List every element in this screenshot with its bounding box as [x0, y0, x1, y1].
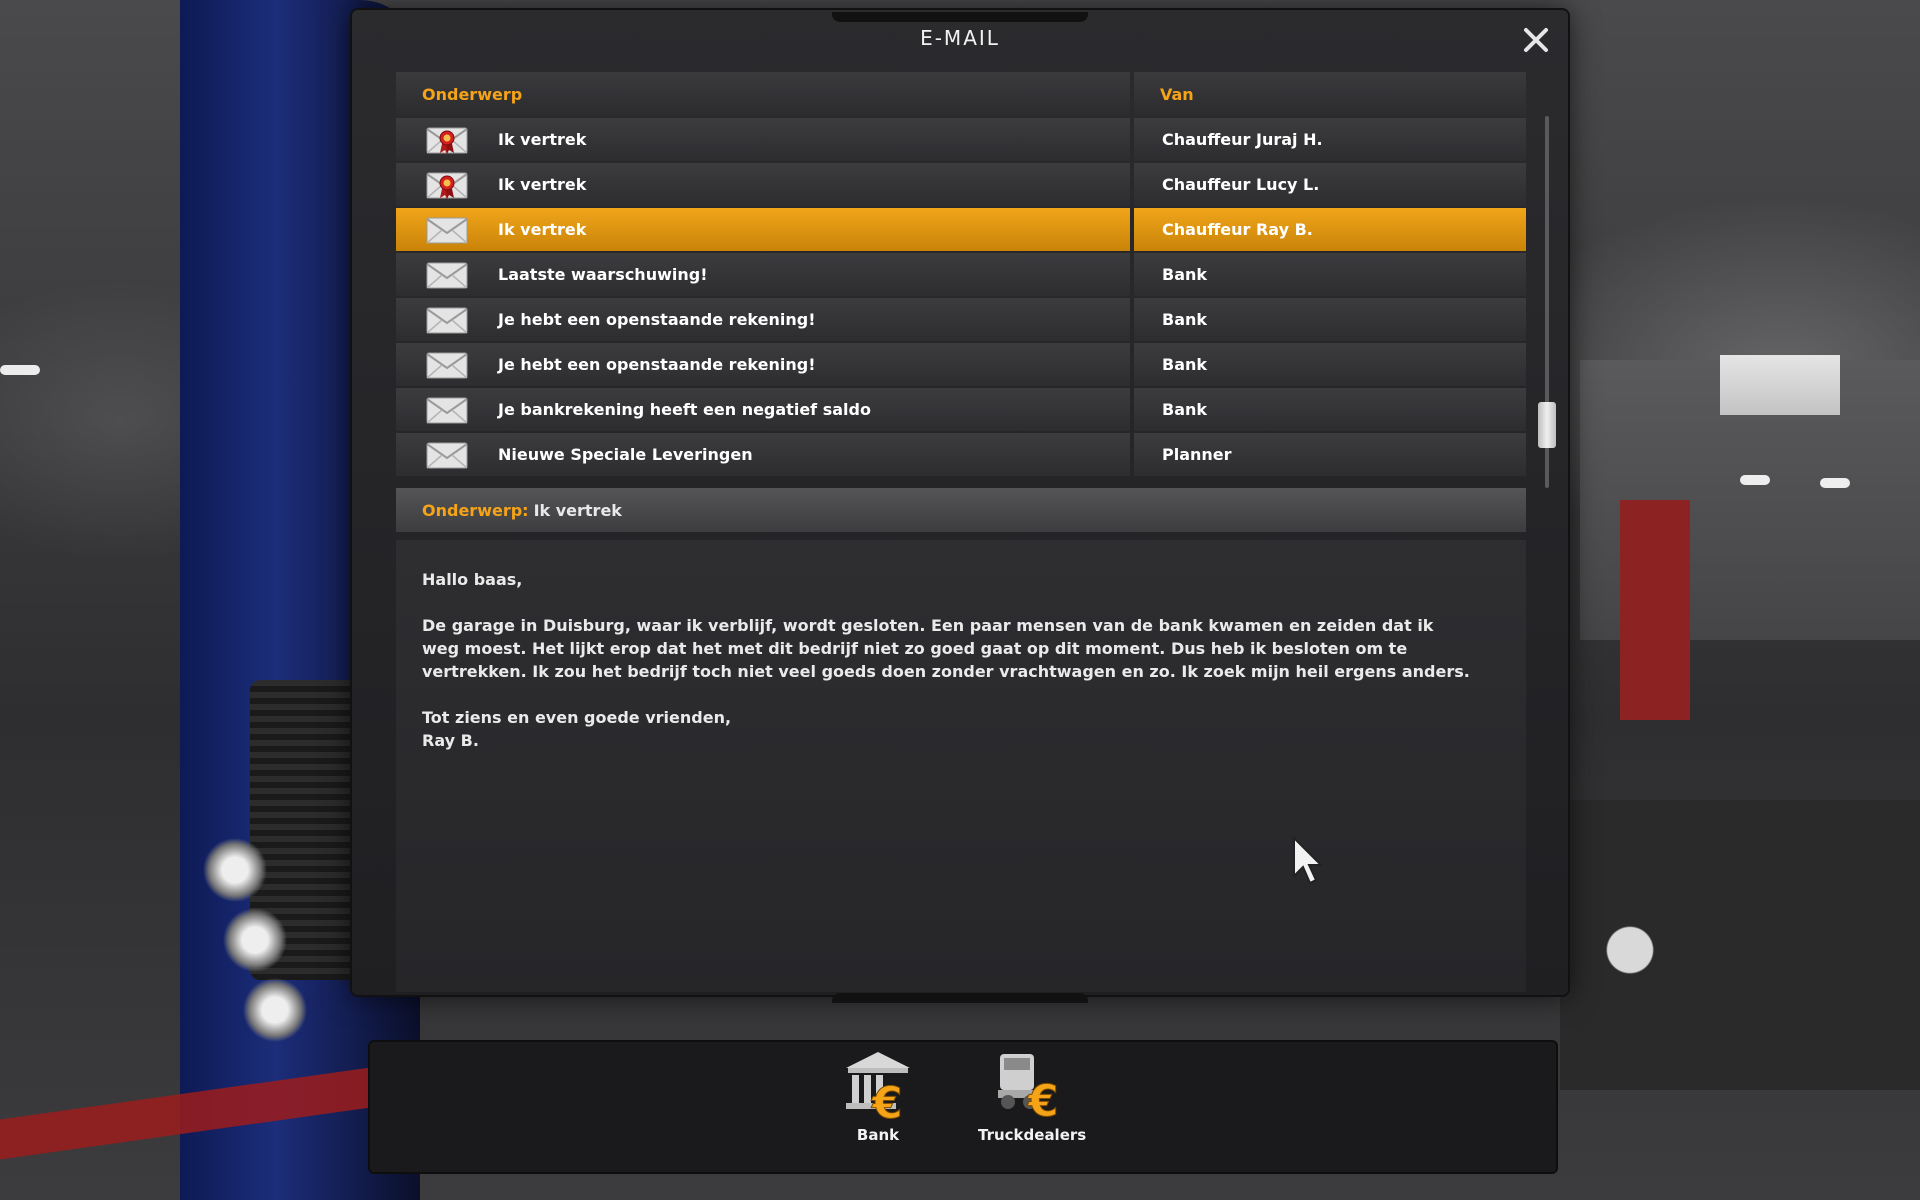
background-lamp	[1820, 478, 1850, 488]
mail-subject-cell[interactable]: Je hebt een openstaande rekening!	[396, 343, 1130, 386]
bank-euro-icon: €	[846, 1052, 910, 1120]
close-button[interactable]	[1518, 22, 1554, 58]
mail-subject-cell[interactable]: Ik vertrek	[396, 118, 1130, 161]
medal-envelope-icon	[396, 118, 498, 161]
bottom-dock	[370, 1042, 1556, 1172]
dock-bank-button[interactable]: € Bank	[838, 1046, 918, 1144]
mail-from-cell[interactable]: Bank	[1134, 253, 1526, 296]
mouse-cursor-icon	[1293, 836, 1324, 885]
mail-subject: Nieuwe Speciale Leveringen	[498, 445, 753, 464]
mail-from: Chauffeur Juraj H.	[1162, 130, 1323, 149]
mail-from-cell[interactable]: Bank	[1134, 388, 1526, 431]
mail-row[interactable]: Ik vertrek Chauffeur Lucy L.	[396, 163, 1526, 206]
mail-subject: Je bankrekening heeft een negatief saldo	[498, 400, 871, 419]
message-closing: Tot ziens en even goede vrienden,	[422, 708, 732, 727]
scrollbar-thumb[interactable]	[1538, 402, 1556, 448]
mail-list-header: Onderwerp Van	[396, 72, 1526, 116]
mail-from: Bank	[1162, 400, 1208, 419]
mail-from-cell[interactable]: Chauffeur Lucy L.	[1134, 163, 1526, 206]
message-paragraph: De garage in Duisburg, waar ik verblijf,…	[422, 616, 1470, 681]
column-header-subject[interactable]: Onderwerp	[396, 72, 1130, 116]
mail-list: Onderwerp Van Ik vertrek Chauffeur Juraj …	[396, 72, 1526, 478]
mail-from: Chauffeur Lucy L.	[1162, 175, 1320, 194]
mail-from: Planner	[1162, 445, 1232, 464]
background-window	[1720, 355, 1840, 415]
svg-text:€: €	[871, 1078, 903, 1120]
background-truck-wheels	[1560, 800, 1920, 1090]
email-window: E-MAIL Onderwerp Van Ik vertrek Chauffeur…	[352, 10, 1568, 1003]
mail-row[interactable]: Je bankrekening heeft een negatief saldo…	[396, 388, 1526, 431]
mail-subject-cell[interactable]: Nieuwe Speciale Leveringen	[396, 433, 1130, 476]
envelope-icon	[396, 343, 498, 386]
column-header-from[interactable]: Van	[1134, 72, 1526, 116]
mail-subject: Ik vertrek	[498, 175, 587, 194]
subject-label: Onderwerp:	[422, 500, 529, 520]
envelope-icon	[396, 208, 498, 251]
message-body: Hallo baas, De garage in Duisburg, waar …	[396, 540, 1526, 992]
message-signature: Ray B.	[422, 731, 479, 750]
mail-subject-cell[interactable]: Laatste waarschuwing!	[396, 253, 1130, 296]
close-icon	[1524, 28, 1548, 52]
mail-from-cell[interactable]: Bank	[1134, 298, 1526, 341]
mail-from-cell[interactable]: Bank	[1134, 343, 1526, 386]
mail-row[interactable]: Ik vertrek Chauffeur Ray B.	[396, 208, 1526, 251]
window-title: E-MAIL	[920, 26, 1000, 50]
mail-row[interactable]: Je hebt een openstaande rekening! Bank	[396, 343, 1526, 386]
mail-row[interactable]: Laatste waarschuwing! Bank	[396, 253, 1526, 296]
mail-subject: Ik vertrek	[498, 220, 587, 239]
mail-from-cell[interactable]: Chauffeur Juraj H.	[1134, 118, 1526, 161]
mail-subject: Laatste waarschuwing!	[498, 265, 708, 284]
mail-from: Chauffeur Ray B.	[1162, 220, 1313, 239]
mail-subject: Ik vertrek	[498, 130, 587, 149]
message-greeting: Hallo baas,	[422, 570, 523, 589]
dock-bank-label: Bank	[856, 1126, 900, 1144]
mail-subject-cell[interactable]: Je hebt een openstaande rekening!	[396, 298, 1130, 341]
window-bottom-notch	[832, 993, 1088, 1003]
background-red-pillar	[1620, 500, 1690, 720]
background-lamp	[0, 365, 40, 375]
background-truck-lights	[195, 830, 325, 1090]
svg-text:€: €	[1027, 1076, 1059, 1120]
mail-from: Bank	[1162, 355, 1208, 374]
mail-row[interactable]: Je hebt een openstaande rekening! Bank	[396, 298, 1526, 341]
mail-subject: Je hebt een openstaande rekening!	[498, 355, 816, 374]
selected-subject-bar: Onderwerp: Ik vertrek	[396, 488, 1526, 532]
envelope-icon	[396, 433, 498, 476]
medal-envelope-icon	[396, 163, 498, 206]
mail-from: Bank	[1162, 310, 1208, 329]
subject-value: Ik vertrek	[533, 500, 622, 520]
mail-from-cell[interactable]: Chauffeur Ray B.	[1134, 208, 1526, 251]
mail-subject-cell[interactable]: Je bankrekening heeft een negatief saldo	[396, 388, 1130, 431]
mail-row[interactable]: Nieuwe Speciale Leveringen Planner	[396, 433, 1526, 476]
envelope-icon	[396, 388, 498, 431]
mail-row[interactable]: Ik vertrek Chauffeur Juraj H.	[396, 118, 1526, 161]
mail-subject: Je hebt een openstaande rekening!	[498, 310, 816, 329]
mail-subject-cell[interactable]: Ik vertrek	[396, 208, 1130, 251]
dock-truckdealers-button[interactable]: € Truckdealers	[978, 1046, 1086, 1144]
mail-from: Bank	[1162, 265, 1208, 284]
mail-subject-cell[interactable]: Ik vertrek	[396, 163, 1130, 206]
mail-rows: Ik vertrek Chauffeur Juraj H. Ik vertrek Ch…	[396, 118, 1526, 476]
envelope-icon	[396, 298, 498, 341]
window-top-notch	[832, 12, 1088, 22]
dock-truckdealers-label: Truckdealers	[978, 1126, 1087, 1144]
truck-euro-icon: €	[998, 1054, 1059, 1120]
envelope-icon	[396, 253, 498, 296]
background-lamp	[1740, 475, 1770, 485]
mail-from-cell[interactable]: Planner	[1134, 433, 1526, 476]
